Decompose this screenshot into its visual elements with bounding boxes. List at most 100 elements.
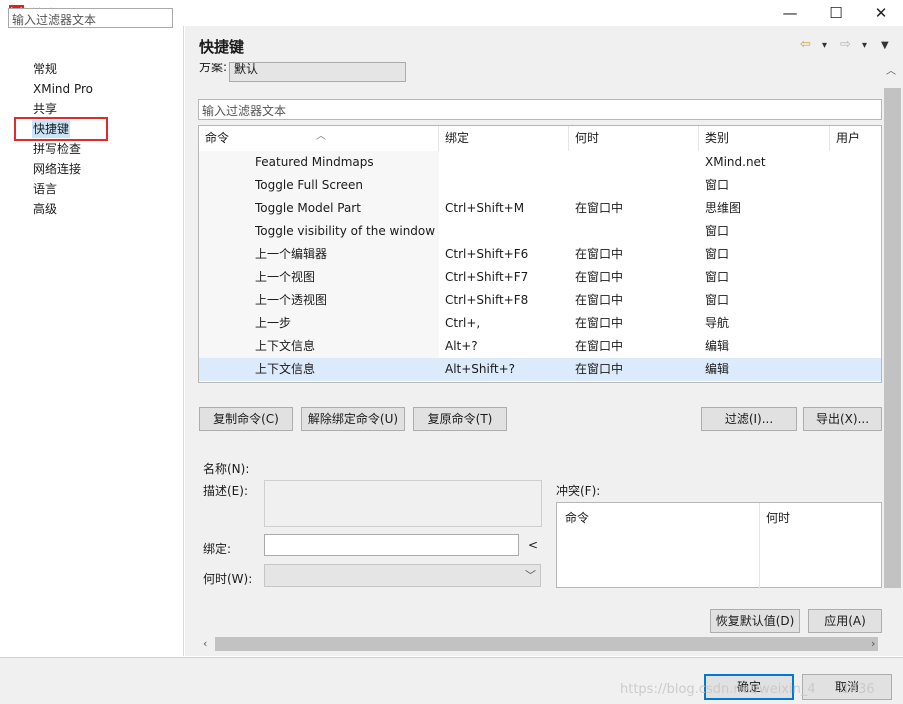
cell-user — [836, 266, 881, 289]
cell-category: 编辑 — [705, 339, 730, 353]
table-row[interactable]: Toggle Full Screen 窗口 — [199, 174, 881, 197]
table-row[interactable]: 上一个编辑器 Ctrl+Shift+F6 在窗口中 窗口 — [199, 243, 881, 266]
cell-command: 上下文信息 — [255, 339, 316, 353]
page-title: 快捷键 — [199, 38, 245, 56]
cell-when — [575, 220, 699, 243]
name-label: 名称(N): — [203, 462, 250, 476]
tree-item-spellcheck[interactable]: 拼写检查 — [32, 140, 82, 158]
tree-item-advanced[interactable]: 高级 — [32, 200, 58, 218]
cell-binding: Ctrl+Shift+F6 — [445, 247, 529, 261]
maximize-button[interactable]: ☐ — [813, 0, 859, 26]
column-divider — [759, 503, 760, 589]
table-row[interactable]: 上一步 Ctrl+, 在窗口中 导航 — [199, 312, 881, 335]
table-row[interactable]: 上一个透视图 Ctrl+Shift+F8 在窗口中 窗口 — [199, 289, 881, 312]
cell-binding: Ctrl+Shift+M — [445, 201, 525, 215]
binding-input[interactable] — [264, 534, 519, 556]
conflicts-table[interactable]: 命令 何时 — [556, 502, 882, 589]
filter-button[interactable]: 过滤(I)... — [701, 407, 797, 431]
cell-binding — [445, 174, 569, 197]
cell-category: 窗口 — [705, 270, 730, 284]
cell-binding: Ctrl+Shift+F8 — [445, 293, 529, 307]
cell-when — [575, 174, 699, 197]
column-header-user[interactable]: 用户 — [830, 126, 881, 151]
cell-command: 上一个透视图 — [255, 293, 328, 307]
description-label: 描述(E): — [203, 484, 248, 498]
sort-ascending-icon: ︿ — [316, 131, 326, 142]
cell-user — [836, 358, 881, 381]
column-header-when[interactable]: 何时 — [569, 126, 699, 151]
cell-command: 上一个视图 — [255, 270, 316, 284]
cell-user — [836, 289, 881, 312]
export-button[interactable]: 导出(X)... — [803, 407, 882, 431]
when-select[interactable]: ﹀ — [264, 564, 541, 587]
cell-user — [836, 151, 881, 174]
minimize-button[interactable]: — — [767, 0, 813, 26]
column-header-command[interactable]: 命令 ︿ — [199, 126, 439, 151]
conflict-column-when[interactable]: 何时 — [766, 509, 790, 526]
description-field — [264, 480, 542, 527]
cell-command: 上下文信息 — [255, 362, 316, 376]
restore-defaults-button[interactable]: 恢复默认值(D) — [710, 609, 800, 633]
cell-user — [836, 220, 881, 243]
maximize-icon: ☐ — [829, 4, 843, 22]
scroll-left-icon[interactable]: ‹ — [203, 637, 207, 650]
restore-command-button[interactable]: 复原命令(T) — [413, 407, 507, 431]
close-icon: ✕ — [874, 4, 888, 22]
cell-user — [836, 335, 881, 358]
scheme-select[interactable]: 默认 ﹀ — [229, 62, 406, 82]
cell-category: XMind.net — [705, 155, 766, 169]
table-row[interactable]: 上下文信息 Alt+Shift+? 在窗口中 编辑 — [199, 358, 881, 381]
chevron-down-icon: ﹀ — [525, 569, 536, 582]
vertical-scroll-thumb[interactable] — [884, 88, 901, 588]
table-row[interactable]: 上一个视图 Ctrl+Shift+F7 在窗口中 窗口 — [199, 266, 881, 289]
highlight-annotation-box — [14, 117, 108, 141]
back-dropdown-icon[interactable]: ▾ — [822, 40, 827, 51]
cell-when: 在窗口中 — [575, 316, 624, 330]
conflict-column-command[interactable]: 命令 — [565, 509, 589, 526]
cell-user — [836, 312, 881, 335]
close-button[interactable]: ✕ — [858, 0, 903, 26]
cell-user — [836, 197, 881, 220]
binding-add-key-icon[interactable]: < — [528, 538, 538, 552]
unbind-command-button[interactable]: 解除绑定命令(U) — [301, 407, 405, 431]
cell-category: 思维图 — [705, 201, 742, 215]
cell-command: Toggle Full Screen — [255, 178, 363, 192]
table-row[interactable]: Toggle visibility of the window t 窗口 — [199, 220, 881, 243]
tree-item-share[interactable]: 共享 — [32, 100, 58, 118]
cell-category: 窗口 — [705, 224, 730, 238]
column-header-category[interactable]: 类别 — [699, 126, 830, 151]
cell-user — [836, 243, 881, 266]
horizontal-scroll-thumb[interactable] — [215, 637, 878, 651]
table-row[interactable]: 上下文信息 Alt+? 在窗口中 编辑 — [199, 335, 881, 358]
keys-table[interactable]: 命令 ︿ 绑定 何时 类别 用户 Featured Mindmaps XMind.… — [198, 125, 882, 383]
conflicts-label: 冲突(F): — [556, 484, 601, 498]
scroll-up-icon[interactable]: ︿ — [886, 62, 896, 77]
apply-button[interactable]: 应用(A) — [808, 609, 882, 633]
tree-item-general[interactable]: 常规 — [32, 60, 58, 78]
watermark-text: https://blog.csdn.net/weixin_4 1436 — [620, 682, 875, 697]
cell-binding: Alt+Shift+? — [445, 362, 516, 376]
cell-binding — [445, 220, 569, 243]
table-row[interactable]: Toggle Model Part Ctrl+Shift+M 在窗口中 思维图 — [199, 197, 881, 220]
scheme-label: 方案: — [199, 63, 228, 74]
cell-command: 上一步 — [255, 316, 292, 330]
cell-when: 在窗口中 — [575, 293, 624, 307]
scroll-right-icon[interactable]: › — [871, 637, 875, 650]
cell-binding — [445, 151, 569, 174]
tree-item-language[interactable]: 语言 — [32, 180, 58, 198]
tree-item-network[interactable]: 网络连接 — [32, 160, 82, 178]
keys-filter-input[interactable]: 输入过滤器文本 — [198, 99, 882, 120]
column-header-binding[interactable]: 绑定 — [439, 126, 569, 151]
cell-binding: Alt+? — [445, 339, 478, 353]
forward-icon[interactable]: ⇨ — [840, 37, 851, 52]
cell-category: 导航 — [705, 316, 730, 330]
tree-filter-input[interactable]: 输入过滤器文本 — [8, 8, 173, 28]
table-row[interactable]: Featured Mindmaps XMind.net — [199, 151, 881, 174]
back-icon[interactable]: ⇦ — [800, 37, 811, 52]
copy-command-button[interactable]: 复制命令(C) — [199, 407, 293, 431]
view-menu-icon[interactable]: ▼ — [881, 40, 889, 51]
chevron-down-icon: ﹀ — [234, 67, 244, 78]
forward-dropdown-icon[interactable]: ▾ — [862, 40, 867, 51]
tree-item-xmind-pro[interactable]: XMind Pro — [32, 80, 94, 98]
cell-when: 在窗口中 — [575, 270, 624, 284]
